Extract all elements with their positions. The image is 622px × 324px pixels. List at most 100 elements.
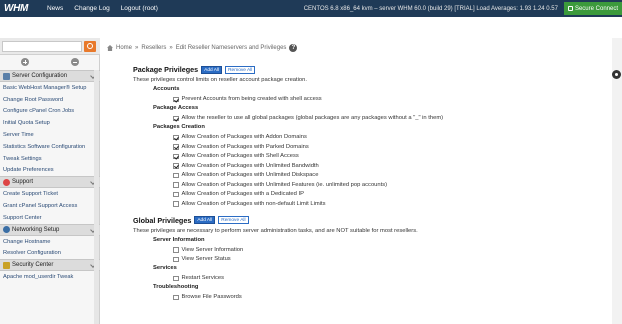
package-privileges-header: Package Privileges Add All Remove All [133,64,613,75]
checkbox[interactable] [173,172,179,178]
sidebar-item[interactable]: Apache mod_userdir Tweak [0,271,100,283]
privilege-row[interactable]: Allow Creation of Packages with Unlimite… [133,161,613,171]
group-heading: Troubleshooting [153,284,199,290]
sidebar-item[interactable]: Create Support Ticket [0,188,100,200]
privilege-row[interactable]: Allow Creation of Packages with Parked D… [133,142,613,152]
group-heading: Server Information [153,236,205,243]
sidebar-item[interactable]: Tweak Settings [0,153,100,165]
main-content: Package Privileges Add All Remove All Th… [133,64,613,302]
sidebar-section-networking-setup[interactable]: Networking Setup [0,223,100,236]
breadcrumb: Home » Resellers » Edit Reseller Nameser… [107,42,298,54]
privilege-label: View Server Information [181,246,244,253]
server-config-icon [3,72,10,80]
privilege-row[interactable]: Allow Creation of Packages with Shell Ac… [133,152,613,162]
privilege-label: Allow Creation of Packages with Addon Do… [181,134,307,141]
collapse-all-icon[interactable] [71,58,79,66]
nav-changelog-link[interactable]: Change Log [74,5,109,12]
status-bar: CENTOS 6.8 x86_64 kvm – server WHM 60.0 … [304,0,622,17]
add-all-button[interactable]: Add All [201,65,223,74]
privilege-row[interactable]: Browse File Passwords [133,293,613,303]
sidebar-item[interactable]: Support Center [0,212,100,224]
page-scrollbar[interactable] [612,38,622,324]
sidebar-section-support[interactable]: Support [0,176,100,189]
nav-news-link[interactable]: News [47,5,63,12]
privilege-label: Allow Creation of Packages with Unlimite… [181,181,388,188]
breadcrumb-separator: » [135,45,139,51]
checkbox[interactable] [173,247,179,253]
checkbox[interactable] [173,201,179,207]
search-icon[interactable] [84,41,96,52]
privilege-label: Allow Creation of Packages with Unlimite… [181,172,319,179]
security-icon [3,261,10,269]
sidebar-item[interactable]: Change Hostname [0,236,100,248]
privilege-row[interactable]: View Server Information [133,245,613,255]
privilege-label: Browse File Passwords [181,294,242,301]
privilege-row[interactable]: Allow Creation of Packages with a Dedica… [133,190,613,200]
privilege-label: Allow Creation of Packages with Parked D… [181,143,309,150]
sidebar-item[interactable]: Server Time [0,129,100,141]
checkbox[interactable] [173,256,179,262]
breadcrumb-current: Edit Reseller Nameservers and Privileges [175,45,287,51]
whm-logo[interactable]: WHM [4,3,38,14]
sidebar-section-server-configuration[interactable]: Server Configuration [0,70,100,82]
checkbox[interactable] [173,115,179,121]
breadcrumb-separator: » [169,45,173,51]
privilege-row[interactable]: Allow the reseller to use all global pac… [133,114,613,124]
expand-all-icon[interactable] [21,58,29,66]
privilege-label: Allow Creation of Packages with non-defa… [181,200,326,207]
gear-icon[interactable] [612,70,621,79]
sidebar-nav: Server Configuration Basic WebHost Manag… [0,70,100,283]
breadcrumb-resellers[interactable]: Resellers [141,45,166,51]
checkbox[interactable] [173,134,179,140]
remove-all-button[interactable]: Remove All [218,216,249,224]
sidebar-item[interactable]: Configure cPanel Cron Jobs [0,106,100,118]
checkbox[interactable] [173,191,179,197]
sidebar-item[interactable]: Initial Quota Setup [0,117,100,129]
sidebar-search-input[interactable] [2,41,82,52]
server-info: CENTOS 6.8 x86_64 kvm – server WHM 60.0 … [303,5,558,12]
sidebar-section-security-center[interactable]: Security Center [0,259,100,272]
secure-label: Secure Connect [574,5,618,12]
global-privileges-header: Global Privileges Add All Remove All [133,215,613,226]
privilege-row[interactable]: Restart Services [133,274,613,284]
sidebar-item[interactable]: Basic WebHost Manager® Setup [0,82,100,94]
group-heading: Package Access [153,105,199,111]
home-icon[interactable] [107,45,113,51]
privilege-label: View Server Status [181,256,231,263]
privilege-row[interactable]: Allow Creation of Packages with Unlimite… [133,180,613,190]
checkbox[interactable] [173,163,179,169]
sidebar-item[interactable]: Resolver Configuration [0,248,100,260]
help-icon[interactable]: ? [289,44,298,52]
sidebar-scrollbar[interactable] [94,70,99,324]
checkbox[interactable] [173,144,179,150]
checkbox[interactable] [173,153,179,159]
sidebar-item[interactable]: Change Root Password [0,94,100,106]
checkbox[interactable] [173,182,179,188]
privilege-row[interactable]: View Server Status [133,255,613,265]
privilege-row[interactable]: Allow Creation of Packages with non-defa… [133,199,613,209]
add-all-button[interactable]: Add All [194,216,216,224]
breadcrumb-home[interactable]: Home [116,45,132,51]
checkbox[interactable] [173,96,179,102]
privilege-label: Allow Creation of Packages with a Dedica… [181,191,304,198]
secure-connection-badge[interactable]: Secure Connect [563,2,622,15]
privilege-row[interactable]: Allow Creation of Packages with Addon Do… [133,133,613,143]
privilege-label: Prevent Accounts from being created with… [181,96,322,103]
checkbox[interactable] [173,294,179,300]
section-description: These privileges are necessary to perfor… [133,227,418,234]
nav-logout-link[interactable]: Logout (root) [121,5,158,12]
remove-all-button[interactable]: Remove All [225,65,256,74]
section-title: Networking Setup [12,226,60,233]
sidebar-item[interactable]: Update Preferences [0,165,100,177]
sidebar-item[interactable]: Grant cPanel Support Access [0,200,100,212]
privilege-row[interactable]: Allow Creation of Packages with Unlimite… [133,171,613,181]
sidebar-item[interactable]: Statistics Software Configuration [0,141,100,153]
privilege-row[interactable]: Prevent Accounts from being created with… [133,95,613,105]
section-title: Support [12,179,34,186]
privilege-label: Restart Services [181,275,225,282]
sidebar-search-row [0,38,100,55]
sidebar-controls [0,56,100,68]
checkbox[interactable] [173,275,179,281]
top-nav: News Change Log Logout (root) [47,0,158,17]
section-heading: Package Privileges [133,65,199,74]
